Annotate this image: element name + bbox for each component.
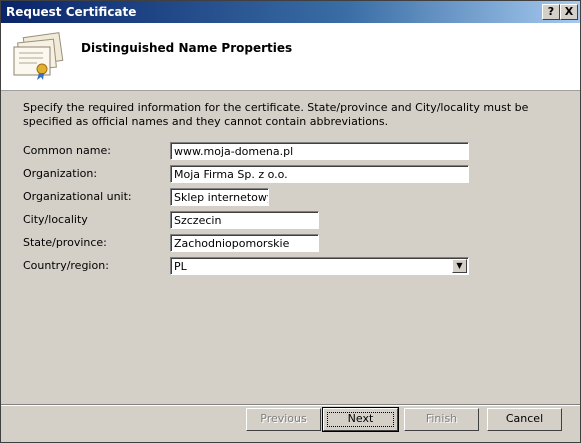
organizational-unit-label: Organizational unit:: [23, 190, 132, 203]
state-input[interactable]: Zachodniopomorskie: [170, 234, 319, 252]
next-button[interactable]: Next: [322, 407, 399, 432]
previous-button[interactable]: Previous: [246, 408, 321, 431]
wizard-header: Distinguished Name Properties: [1, 23, 580, 91]
common-name-input[interactable]: www.moja-domena.pl: [170, 142, 469, 160]
close-button[interactable]: X: [560, 4, 578, 20]
city-input[interactable]: Szczecin: [170, 211, 319, 229]
organization-label: Organization:: [23, 167, 98, 180]
city-label: City/locality: [23, 213, 88, 226]
window-title: Request Certificate: [6, 5, 137, 19]
help-button[interactable]: ?: [542, 4, 560, 20]
footer-separator: [1, 404, 580, 406]
organizational-unit-input[interactable]: Sklep internetowy: [170, 188, 269, 206]
state-label: State/province:: [23, 236, 107, 249]
cancel-button[interactable]: Cancel: [487, 408, 562, 431]
chevron-down-icon[interactable]: ▼: [452, 259, 467, 273]
finish-button[interactable]: Finish: [404, 408, 479, 431]
instructions-text: Specify the required information for the…: [23, 101, 529, 128]
request-certificate-dialog: Request Certificate ? X Distinguished Na…: [0, 0, 581, 443]
country-select[interactable]: PL ▼: [170, 257, 469, 275]
organization-input[interactable]: Moja Firma Sp. z o.o.: [170, 165, 469, 183]
title-bar[interactable]: Request Certificate ? X: [1, 1, 580, 23]
focus-rectangle: [327, 412, 394, 427]
country-selected-value: PL: [174, 260, 187, 273]
page-title: Distinguished Name Properties: [81, 41, 293, 55]
country-label: Country/region:: [23, 259, 109, 272]
common-name-label: Common name:: [23, 144, 111, 157]
certificate-icon: [13, 32, 64, 80]
